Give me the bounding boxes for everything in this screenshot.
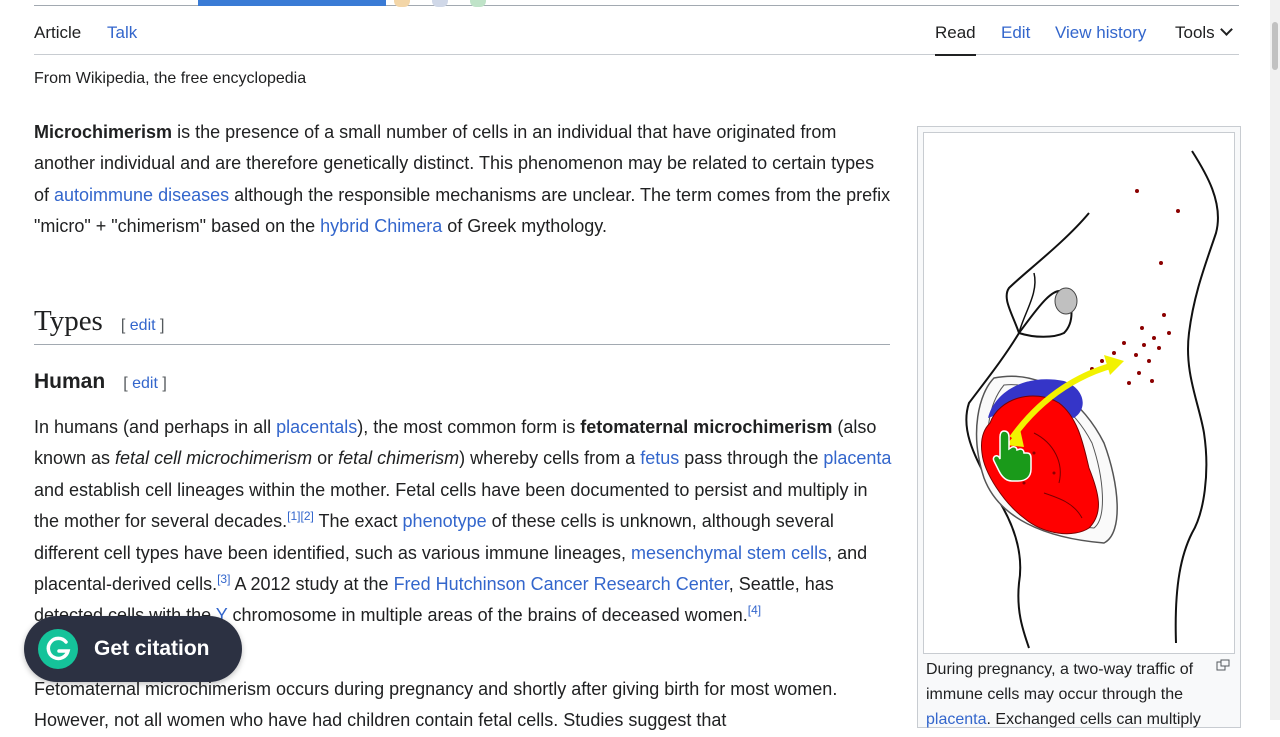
scrollbar-thumb[interactable] xyxy=(1272,22,1278,70)
link-hybrid-chimera[interactable]: hybrid Chimera xyxy=(320,216,442,236)
link-autoimmune-diseases[interactable]: autoimmune diseases xyxy=(54,185,229,205)
human-paragraph: In humans (and perhaps in all placentals… xyxy=(34,412,894,632)
link-fetus[interactable]: fetus xyxy=(640,448,679,468)
para-text: or xyxy=(312,448,339,469)
ref-3[interactable]: [3] xyxy=(217,572,230,586)
grammarly-g-icon xyxy=(38,629,78,669)
intro-text: of Greek mythology. xyxy=(442,216,607,237)
fetomaternal-paragraph: Fetomaternal microchimerism occurs durin… xyxy=(34,674,894,737)
section-edit: [ edit ] xyxy=(123,375,167,392)
article-subject: Microchimerism xyxy=(34,122,173,142)
para-text: ), the most common form is xyxy=(357,417,581,437)
section-edit: [ edit ] xyxy=(121,317,165,334)
tab-view-history[interactable]: View history xyxy=(1055,23,1146,43)
para-text: chromosome in multiple areas of the brai… xyxy=(227,605,748,626)
link-mesenchymal-stem-cells[interactable]: mesenchymal stem cells xyxy=(631,543,827,563)
get-citation-label: Get citation xyxy=(94,637,210,660)
figure-caption: During pregnancy, a two-way traffic of i… xyxy=(926,657,1226,732)
scrollbar[interactable] xyxy=(1270,0,1280,720)
page-tabs: Article Talk Read Edit View history Tool… xyxy=(34,12,1239,56)
bracket: [ xyxy=(123,375,128,392)
tab-read[interactable]: Read xyxy=(935,23,976,56)
bracket: ] xyxy=(160,317,165,334)
link-phenotype[interactable]: phenotype xyxy=(403,511,487,531)
para-text: In humans (and perhaps in all xyxy=(34,417,277,437)
ref-4[interactable]: [4] xyxy=(748,603,761,617)
para-text: The exact xyxy=(313,511,403,532)
citation-ref: [3] xyxy=(217,572,230,586)
tab-article[interactable]: Article xyxy=(34,23,81,43)
bracket: [ xyxy=(120,317,126,334)
abdomen-outline xyxy=(1174,150,1219,644)
bold-term: fetomaternal microchimerism xyxy=(580,417,833,437)
subsection-title: Human xyxy=(34,370,106,393)
get-citation-button[interactable]: Get citation xyxy=(24,616,242,682)
link-fred-hutchinson[interactable]: Fred Hutchinson Cancer Research Center xyxy=(394,574,729,594)
link-placenta[interactable]: placenta xyxy=(823,448,891,468)
top-blue-bar xyxy=(198,0,386,6)
pregnancy-diagram xyxy=(965,150,1219,649)
ref-2[interactable]: [2] xyxy=(300,509,313,523)
tools-menu[interactable]: Tools xyxy=(1175,23,1233,43)
arrow-head-right xyxy=(1104,355,1124,375)
para-text: A 2012 study at the xyxy=(230,574,394,595)
para-text: ) whereby cells from a xyxy=(459,448,641,469)
section-heading-types: Types [ edit ] xyxy=(34,305,890,345)
tab-edit[interactable]: Edit xyxy=(1001,23,1030,43)
arm-outline xyxy=(1018,272,1036,334)
italic-term: fetal cell microchimerism xyxy=(115,448,313,469)
para-text: pass through the xyxy=(679,448,824,469)
italic-term: fetal chimerism xyxy=(338,448,460,469)
ref-1[interactable]: [1] xyxy=(287,509,300,523)
nipple xyxy=(1054,287,1078,315)
para-text: Fetomaternal microchimerism occurs durin… xyxy=(34,679,838,731)
site-tagline: From Wikipedia, the free encyclopedia xyxy=(34,70,307,87)
intro-paragraph: Microchimerism is the presence of a smal… xyxy=(34,117,894,243)
pregnancy-illustration[interactable] xyxy=(923,132,1235,654)
edit-link-human[interactable]: edit xyxy=(132,375,158,392)
top-toolbar-remnant xyxy=(34,0,1239,7)
citation-ref: [4] xyxy=(748,603,761,617)
section-heading-human: Human [ edit ] xyxy=(34,370,167,394)
thumbnail-figure: During pregnancy, a two-way traffic of i… xyxy=(917,126,1241,728)
tab-talk[interactable]: Talk xyxy=(107,23,137,43)
caption-text: During pregnancy, a two-way traffic of i… xyxy=(926,661,1194,703)
citation-ref: [1][2] xyxy=(287,509,314,523)
section-title: Types xyxy=(34,305,103,337)
tools-label: Tools xyxy=(1175,23,1215,42)
chevron-down-icon xyxy=(1219,23,1233,36)
link-placentals[interactable]: placentals xyxy=(276,417,357,437)
bracket: ] xyxy=(162,375,167,392)
edit-link-types[interactable]: edit xyxy=(130,317,156,334)
